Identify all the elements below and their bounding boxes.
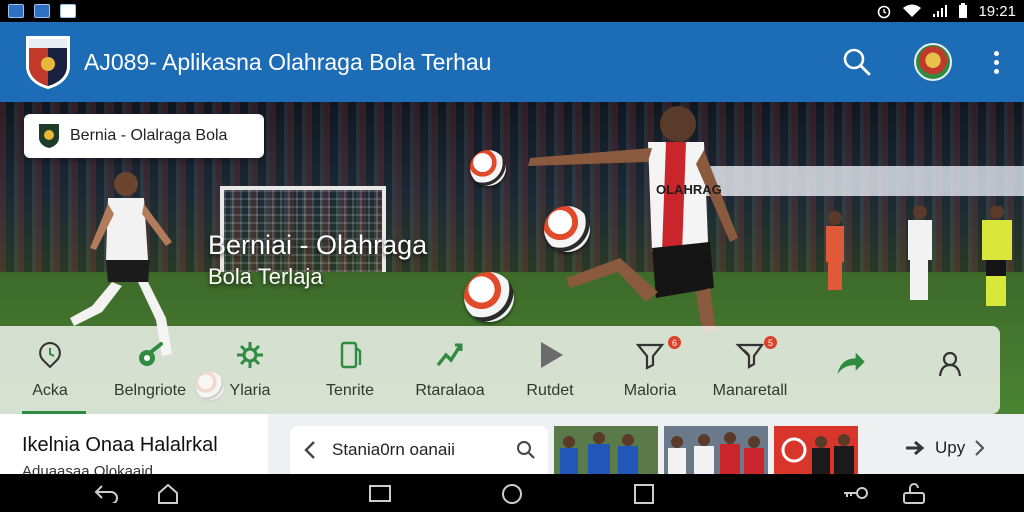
trophy-icon xyxy=(735,343,765,369)
nav-item-belngriote[interactable]: Belngriote xyxy=(100,326,200,414)
ball-middle xyxy=(544,206,590,252)
back-icon[interactable] xyxy=(94,483,120,503)
nav-label: Maloria xyxy=(623,382,677,399)
match-photo-thumbnail[interactable] xyxy=(664,426,768,474)
whistle-icon xyxy=(139,342,163,366)
overflow-menu-icon[interactable] xyxy=(994,50,1000,74)
nav-item-rutdet[interactable]: Rutdet xyxy=(500,326,600,414)
home-circle-icon[interactable] xyxy=(500,483,524,505)
search-icon[interactable] xyxy=(516,440,536,460)
clock-pin-icon xyxy=(39,341,61,369)
gear-icon xyxy=(237,342,263,368)
screen-rotate-icon[interactable] xyxy=(902,483,928,505)
play-icon xyxy=(541,342,563,368)
nav-item-manaretall[interactable]: 5 Manaretall xyxy=(700,326,800,414)
nav-item-profile[interactable] xyxy=(900,326,1000,414)
player-shirt-text: OLAHRAG xyxy=(656,182,722,197)
nav-item-ylaria[interactable]: Ylaria xyxy=(200,326,300,414)
wifi-icon xyxy=(903,4,922,17)
ball-large xyxy=(464,272,514,322)
battery-icon xyxy=(959,3,968,18)
overview-icon[interactable] xyxy=(632,483,656,505)
nav-item-share[interactable] xyxy=(800,326,900,414)
hero-title: Berniai - Olahraga Bola Terlaja xyxy=(208,228,427,292)
app-title: AJ089- Aplikasna Olahraga Bola Terhau xyxy=(84,48,492,75)
nav-item-acka[interactable]: Acka xyxy=(0,326,100,414)
news-card[interactable]: Ikelnia Onaa Halalrkal Aduaasaa Olokaaid xyxy=(0,414,268,480)
image-notification-icon xyxy=(34,4,50,18)
search-query-text: Stania0rn oanaii xyxy=(332,440,455,459)
hero-title-line1: Berniai - Olahraga xyxy=(208,230,428,260)
app-bar: AJ089- Aplikasna Olahraga Bola Terhau xyxy=(0,22,1024,102)
search-card[interactable]: Stania0rn oanaii xyxy=(290,426,548,474)
club-photo-thumbnail[interactable] xyxy=(774,426,858,474)
notification-badge: 6 xyxy=(668,336,681,349)
recents-icon[interactable] xyxy=(368,483,392,503)
nav-item-maloria[interactable]: 6 Maloria xyxy=(600,326,700,414)
signal-icon xyxy=(933,5,948,17)
key-icon[interactable] xyxy=(842,483,870,503)
avatar[interactable] xyxy=(914,43,952,81)
home-icon[interactable] xyxy=(156,483,180,505)
arrow-right-icon xyxy=(906,440,925,456)
nav-label: Rutdet xyxy=(526,382,574,399)
app-screen: 19:21 AJ089- Aplikasna Olahraga Bola Ter… xyxy=(0,0,1024,512)
tablet-icon xyxy=(340,341,362,369)
club-logo[interactable] xyxy=(24,34,72,90)
league-chip-label: Bernia - Olalraga Bola xyxy=(70,127,228,144)
nav-label: Ylaria xyxy=(229,382,271,399)
league-badge-icon xyxy=(39,124,59,148)
league-chip[interactable]: Bernia - Olalraga Bola xyxy=(24,114,264,158)
chevron-left-icon[interactable] xyxy=(302,440,318,460)
app-notification-icon xyxy=(60,4,76,18)
share-arrow-icon xyxy=(837,352,865,375)
category-nav: Acka Belngriote Ylaria Tenrite Rtaralaoa… xyxy=(0,326,1000,414)
person-icon xyxy=(938,351,962,377)
nav-item-tenrite[interactable]: Tenrite xyxy=(300,326,400,414)
search-icon[interactable] xyxy=(842,47,872,77)
next-label: Upy xyxy=(935,438,966,457)
nav-label: Manaretall xyxy=(712,382,788,399)
chevron-right-icon xyxy=(975,440,985,456)
team-photo-thumbnail[interactable] xyxy=(554,426,658,474)
nav-label: Rtaralaoa xyxy=(415,382,485,399)
system-nav-bar xyxy=(0,474,1024,512)
funnel-icon xyxy=(635,343,665,370)
notification-badge: 5 xyxy=(764,336,777,349)
nav-label: Belngriote xyxy=(113,382,187,399)
next-button[interactable]: Upy xyxy=(905,438,985,458)
trend-icon xyxy=(436,343,463,367)
hero-title-line2: Bola Terlaja xyxy=(208,264,323,289)
news-card-title: Ikelnia Onaa Halalrkal xyxy=(22,434,218,456)
content-area: Ikelnia Onaa Halalrkal Aduaasaa Olokaaid… xyxy=(0,414,1024,480)
gallery-notification-icon xyxy=(8,4,24,18)
ball-top xyxy=(470,150,506,186)
alarm-icon xyxy=(878,5,891,19)
status-bar: 19:21 xyxy=(0,0,1024,22)
nav-label: Tenrite xyxy=(325,382,375,399)
clock-text: 19:21 xyxy=(978,2,1016,20)
nav-label: Acka xyxy=(32,382,68,399)
nav-item-rtaralaoa[interactable]: Rtaralaoa xyxy=(400,326,500,414)
players-background xyxy=(826,206,1012,306)
